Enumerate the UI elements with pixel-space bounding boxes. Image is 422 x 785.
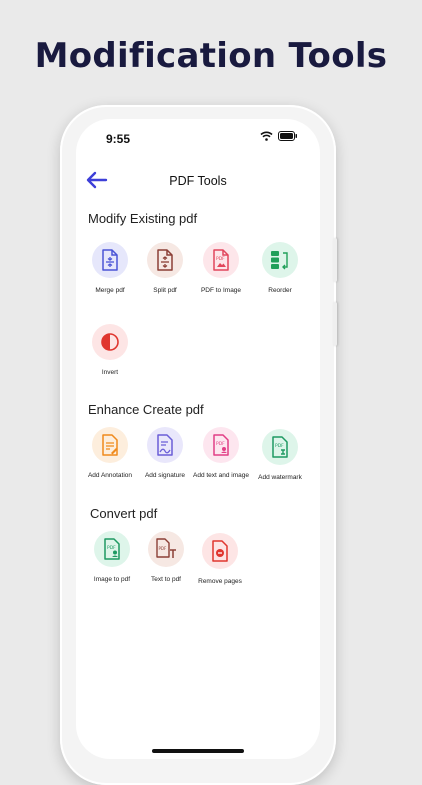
section-title-modify: Modify Existing pdf [88, 211, 198, 226]
phone-screen: 9:55 PDF Tools Modify Existing pdf Merge… [76, 119, 320, 759]
invert-icon [92, 324, 128, 360]
tool-label: Split pdf [153, 287, 177, 294]
tool-image-to-pdf[interactable]: PDF Image to pdf [84, 531, 140, 584]
tool-merge-pdf[interactable]: Merge pdf [82, 242, 138, 295]
section-title-enhance: Enhance Create pdf [88, 402, 204, 417]
add-annotation-icon [92, 427, 128, 463]
tool-label: PDF to Image [200, 287, 242, 294]
add-watermark-icon: PDF [262, 429, 298, 465]
status-icons [260, 131, 298, 141]
wifi-icon [260, 131, 273, 141]
tool-add-watermark[interactable]: PDF Add watermark [252, 429, 308, 482]
text-to-pdf-icon: PDF [148, 531, 184, 567]
section-title-convert: Convert pdf [90, 506, 158, 521]
tool-label: Text to pdf [151, 576, 181, 583]
svg-text:PDF: PDF [216, 441, 225, 447]
split-pdf-icon [147, 242, 183, 278]
image-to-pdf-icon: PDF [94, 531, 130, 567]
tool-remove-pages[interactable]: Remove pages [192, 533, 248, 586]
tool-label: Remove pages [198, 578, 242, 585]
svg-text:PDF: PDF [216, 256, 225, 262]
add-signature-icon [147, 427, 183, 463]
tool-split-pdf[interactable]: Split pdf [137, 242, 193, 295]
remove-pages-icon [202, 533, 238, 569]
side-button-lower [333, 302, 337, 346]
merge-pdf-icon [92, 242, 128, 278]
tool-label: Merge pdf [95, 287, 125, 294]
tool-text-to-pdf[interactable]: PDF Text to pdf [138, 531, 194, 584]
nav-title: PDF Tools [169, 174, 227, 188]
tool-label: Add signature [144, 472, 186, 479]
tool-reorder[interactable]: Reorder [252, 242, 308, 295]
side-button-upper [333, 238, 337, 282]
tool-label: Add text and image [193, 472, 250, 479]
headline: Modification Tools [34, 36, 388, 76]
tool-pdf-to-image[interactable]: PDF PDF to Image [193, 242, 249, 295]
tool-label: Add Annotation [87, 472, 133, 479]
pdf-to-image-icon: PDF [203, 242, 239, 278]
tool-label: Invert [101, 369, 119, 376]
add-text-image-icon: PDF [203, 427, 239, 463]
tool-add-text-image[interactable]: PDF Add text and image [193, 427, 249, 480]
tool-add-signature[interactable]: Add signature [137, 427, 193, 480]
svg-text:PDF: PDF [159, 546, 167, 551]
status-time: 9:55 [106, 132, 131, 146]
tool-label: Image to pdf [93, 576, 131, 583]
tool-add-annotation[interactable]: Add Annotation [82, 427, 138, 480]
tool-invert[interactable]: Invert [82, 324, 138, 377]
reorder-icon [262, 242, 298, 278]
svg-text:PDF: PDF [275, 443, 284, 449]
tool-label: Reorder [268, 287, 292, 294]
battery-icon [278, 131, 297, 141]
svg-text:PDF: PDF [107, 545, 116, 551]
tool-label: Add watermark [258, 474, 302, 481]
